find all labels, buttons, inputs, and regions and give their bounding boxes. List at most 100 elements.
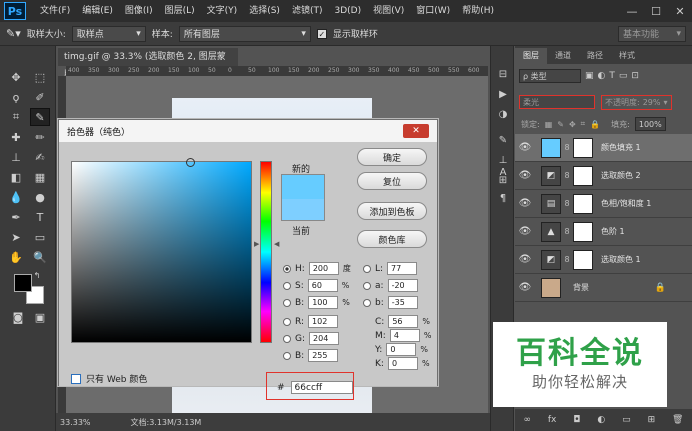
actions-panel-icon[interactable]: ▶ [495,86,511,102]
green-radio[interactable] [283,334,291,343]
filter-pixel-icon[interactable]: ▣ [585,71,594,81]
pen-tool-icon[interactable]: ✒ [6,208,26,226]
eye-icon[interactable]: 👁 [515,282,535,293]
layer-row[interactable]: 👁 ▲ 8 色阶 1 [515,218,692,246]
layer-row[interactable]: 👁 ◩ 8 选取颜色 1 [515,246,692,274]
reset-button[interactable]: 复位 [357,172,427,190]
menu-image[interactable]: 图像(I) [119,0,159,22]
show-ring-checkbox[interactable]: ✓ [316,28,327,39]
tab-channels[interactable]: 通道 [547,48,579,64]
layer-mask-thumbnail[interactable] [573,165,593,186]
path-select-tool-icon[interactable]: ➤ [6,228,26,246]
web-only-checkbox[interactable] [71,373,81,384]
marquee-tool-icon[interactable]: ⬚ [30,68,50,86]
cyan-input[interactable]: 56 [388,315,419,328]
lab-b-input[interactable]: -35 [387,296,418,309]
eye-icon[interactable]: 👁 [515,226,535,237]
green-input[interactable]: 204 [309,332,340,345]
link-icon[interactable]: 8 [563,199,571,208]
filter-shape-icon[interactable]: ▭ [619,71,628,81]
fill-value[interactable]: 100% [634,117,666,131]
workspace-select[interactable]: 基本功能 ▾ [618,25,686,42]
add-mask-icon[interactable]: ◘ [573,415,580,425]
eye-icon[interactable]: 👁 [515,254,535,265]
hue-input[interactable]: 200 [308,262,339,275]
paragraph-panel-icon[interactable]: ¶ [495,190,511,206]
close-window-button[interactable]: ✕ [668,0,692,22]
layer-mask-thumbnail[interactable] [573,221,593,242]
layer-row[interactable]: 👁 ▤ 8 色相/饱和度 1 [515,190,692,218]
document-tab[interactable]: timg.gif @ 33.3% (选取颜色 2, 图层蒙版/8) * ✕ [58,48,238,80]
minimize-button[interactable]: — [620,0,644,22]
saturation-input[interactable]: 60 [307,279,338,292]
red-input[interactable]: 102 [308,315,339,328]
eye-icon[interactable]: 👁 [515,142,535,153]
lock-all-icon[interactable]: 🔒 [590,120,600,129]
blend-mode-select[interactable]: 柔光 [519,95,595,109]
hand-tool-icon[interactable]: ✋ [6,248,26,266]
maximize-button[interactable]: ☐ [644,0,668,22]
lock-artboard-icon[interactable]: ⌗ [581,119,586,129]
dialog-close-button[interactable]: ✕ [403,124,429,138]
color-libraries-button[interactable]: 颜色库 [357,230,427,248]
hue-slider[interactable] [260,161,272,343]
menu-layer[interactable]: 图层(L) [159,0,201,22]
lasso-tool-icon[interactable]: ϙ [6,88,26,106]
sample-select[interactable]: 所有图层 ▾ [178,25,311,42]
opacity-value[interactable]: 29% [643,98,661,107]
link-icon[interactable]: 8 [563,227,571,236]
zoom-level[interactable]: 33.33% [60,418,91,427]
gradient-tool-icon[interactable]: ▦ [30,168,50,186]
brightness-radio[interactable] [283,298,291,307]
eye-icon[interactable]: 👁 [515,198,535,209]
sample-size-select[interactable]: 取样点 ▾ [71,25,146,42]
layer-filter-select[interactable]: ρ 类型 [519,69,581,83]
menu-window[interactable]: 窗口(W) [410,0,456,22]
healing-tool-icon[interactable]: ✚ [6,128,26,146]
quick-mask-icon[interactable]: ◙ [8,308,28,326]
ok-button[interactable]: 确定 [357,148,427,166]
brush-tool-icon[interactable]: ✏ [30,128,50,146]
quick-select-tool-icon[interactable]: ✐ [30,88,50,106]
foreground-color-swatch[interactable] [14,274,32,292]
fx-icon[interactable]: fx [548,415,557,425]
filter-smart-icon[interactable]: ⊡ [631,71,639,81]
tab-paths[interactable]: 路径 [579,48,611,64]
color-panel-icon[interactable]: ◑ [495,106,511,122]
history-brush-icon[interactable]: ✍ [30,148,50,166]
layer-row[interactable]: 👁 ◩ 8 选取颜色 2 [515,162,692,190]
opacity-control[interactable]: 不透明度: 29% ▾ [601,94,672,110]
hue-arrow-left-icon[interactable]: ▶ [254,240,259,248]
menu-view[interactable]: 视图(V) [367,0,410,22]
move-tool-icon[interactable]: ✥ [6,68,26,86]
trash-icon[interactable]: 🗑 [672,415,683,425]
link-icon[interactable]: 8 [563,143,571,152]
lock-transparency-icon[interactable]: ▦ [545,120,553,129]
menu-3d[interactable]: 3D(D) [328,0,367,22]
new-group-icon[interactable]: ▭ [622,415,631,425]
character-panel-icon[interactable]: A [495,164,511,180]
eyedropper-tool-icon[interactable]: ✎ [30,108,50,126]
menu-filter[interactable]: 滤镜(T) [286,0,329,22]
tab-styles[interactable]: 样式 [611,48,643,64]
layer-mask-thumbnail[interactable] [573,137,593,158]
layer-row[interactable]: 👁 背景 🔒 [515,274,692,302]
layer-mask-thumbnail[interactable] [573,249,593,270]
shape-tool-icon[interactable]: ▭ [30,228,50,246]
link-layers-icon[interactable]: ∞ [523,415,531,425]
type-tool-icon[interactable]: T [30,208,50,226]
tab-layers[interactable]: 图层 [515,48,547,64]
magenta-input[interactable]: 4 [389,329,420,342]
red-radio[interactable] [283,317,291,326]
lock-image-icon[interactable]: ✎ [557,120,564,129]
stamp-tool-icon[interactable]: ⊥ [6,148,26,166]
black-input[interactable]: 0 [387,357,418,370]
screen-mode-icon[interactable]: ▣ [30,308,50,326]
link-icon[interactable]: 8 [563,255,571,264]
yellow-input[interactable]: 0 [386,343,417,356]
menu-type[interactable]: 文字(Y) [201,0,244,22]
lock-position-icon[interactable]: ✥ [569,120,576,129]
layer-mask-thumbnail[interactable] [573,193,593,214]
color-cursor[interactable] [186,158,195,167]
zoom-tool-icon[interactable]: 🔍 [30,248,50,266]
